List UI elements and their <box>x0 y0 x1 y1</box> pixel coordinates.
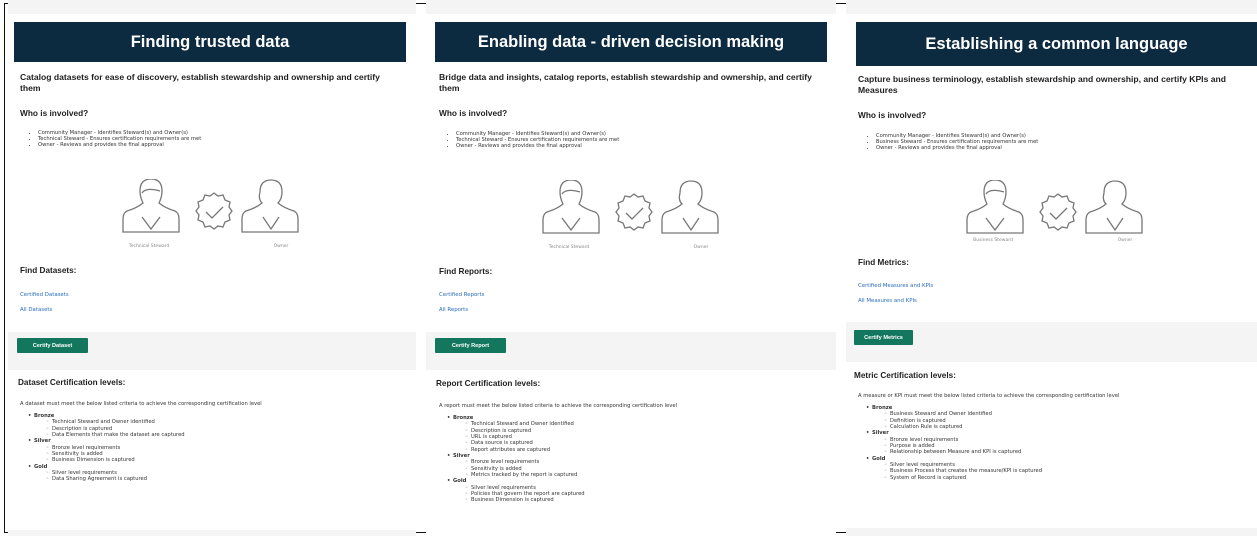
levels-intro: A report must meet the below listed crit… <box>439 403 677 409</box>
stewardship-illustration <box>964 180 1154 242</box>
check-badge-icon <box>195 192 233 230</box>
levels-heading: Dataset Certification levels: <box>18 378 126 387</box>
role-item: Owner - Reviews and provides the final a… <box>876 145 1168 151</box>
check-badge-icon <box>1039 193 1077 231</box>
roles-list: Community Manager - Identifies Steward(s… <box>868 133 1168 152</box>
levels-list: Bronze Technical Steward and Owner ident… <box>439 415 585 504</box>
steward-person-icon <box>122 179 180 233</box>
link-all[interactable]: All Measures and KPIs <box>858 298 917 304</box>
level-requirement: Data Sharing Agreement is captured <box>20 476 185 483</box>
panel-common-language: Establishing a common language Capture b… <box>846 0 1257 536</box>
panel-title-banner: Enabling data - driven decision making <box>435 22 827 62</box>
find-heading: Find Metrics: <box>858 258 909 267</box>
intro-card: Enabling data - driven decision making B… <box>426 14 836 332</box>
steward-caption: Technical Steward <box>128 244 170 249</box>
owner-person-icon <box>661 180 719 234</box>
intro-card: Establishing a common language Capture b… <box>846 14 1257 322</box>
link-certified[interactable]: Certified Measures and KPIs <box>858 283 933 289</box>
panel-subtitle: Bridge data and insights, catalog report… <box>439 72 812 93</box>
levels-card: Report Certification levels: A report mu… <box>426 370 836 536</box>
levels-intro: A measure or KPI must meet the below lis… <box>858 393 1120 399</box>
roles-list: Community Manager - Identifies Steward(s… <box>448 131 748 150</box>
level-requirement: System of Record is captured <box>858 475 1042 482</box>
level-requirement: Business Dimension is captured <box>439 497 585 504</box>
panel-finding-trusted-data: Finding trusted data Catalog datasets fo… <box>8 0 416 536</box>
who-involved-heading: Who is involved? <box>20 108 89 118</box>
who-involved-heading: Who is involved? <box>439 108 508 118</box>
levels-list: Bronze Technical Steward and Owner ident… <box>20 413 185 483</box>
roles-list: Community Manager - Identifies Steward(s… <box>30 130 330 149</box>
steward-person-icon <box>542 180 600 234</box>
link-certified[interactable]: Certified Datasets <box>20 292 69 298</box>
link-certified[interactable]: Certified Reports <box>439 292 484 298</box>
link-all[interactable]: All Reports <box>439 307 468 313</box>
levels-heading: Metric Certification levels: <box>854 371 956 380</box>
certify-dataset-button[interactable]: Certify Dataset <box>17 338 88 353</box>
levels-card: Dataset Certification levels: A dataset … <box>8 370 416 530</box>
levels-list: Bronze Business Steward and Owner identi… <box>858 405 1042 481</box>
role-item: Owner - Reviews and provides the final a… <box>456 143 748 149</box>
link-all[interactable]: All Datasets <box>20 307 52 313</box>
certify-report-button[interactable]: Certify Report <box>435 338 506 353</box>
steward-person-icon <box>966 180 1024 234</box>
panel-enabling-decisions: Enabling data - driven decision making B… <box>426 0 836 536</box>
panel-title-banner: Establishing a common language <box>856 22 1257 66</box>
find-heading: Find Datasets: <box>20 266 77 275</box>
panel-title-banner: Finding trusted data <box>14 22 406 62</box>
owner-person-icon <box>1085 180 1143 234</box>
levels-heading: Report Certification levels: <box>436 379 541 388</box>
intro-card: Finding trusted data Catalog datasets fo… <box>8 14 416 332</box>
owner-person-icon <box>241 179 299 233</box>
find-heading: Find Reports: <box>439 267 493 276</box>
stewardship-illustration <box>120 179 310 241</box>
steward-caption: Business Steward <box>973 238 1013 243</box>
panel-subtitle: Capture business terminology, establish … <box>858 74 1227 95</box>
who-involved-heading: Who is involved? <box>858 110 927 120</box>
certify-metrics-button[interactable]: Certify Metrics <box>854 330 913 345</box>
levels-intro: A dataset must meet the below listed cri… <box>20 401 262 407</box>
role-item: Owner - Reviews and provides the final a… <box>38 142 330 148</box>
stewardship-illustration <box>540 180 730 242</box>
owner-caption: Owner <box>273 244 289 249</box>
check-badge-icon <box>615 193 653 231</box>
levels-card: Metric Certification levels: A measure o… <box>846 362 1257 528</box>
panel-subtitle: Catalog datasets for ease of discovery, … <box>20 72 380 93</box>
owner-caption: Owner <box>693 245 709 250</box>
owner-caption: Owner <box>1117 238 1133 243</box>
steward-caption: Technical Steward <box>548 245 590 250</box>
